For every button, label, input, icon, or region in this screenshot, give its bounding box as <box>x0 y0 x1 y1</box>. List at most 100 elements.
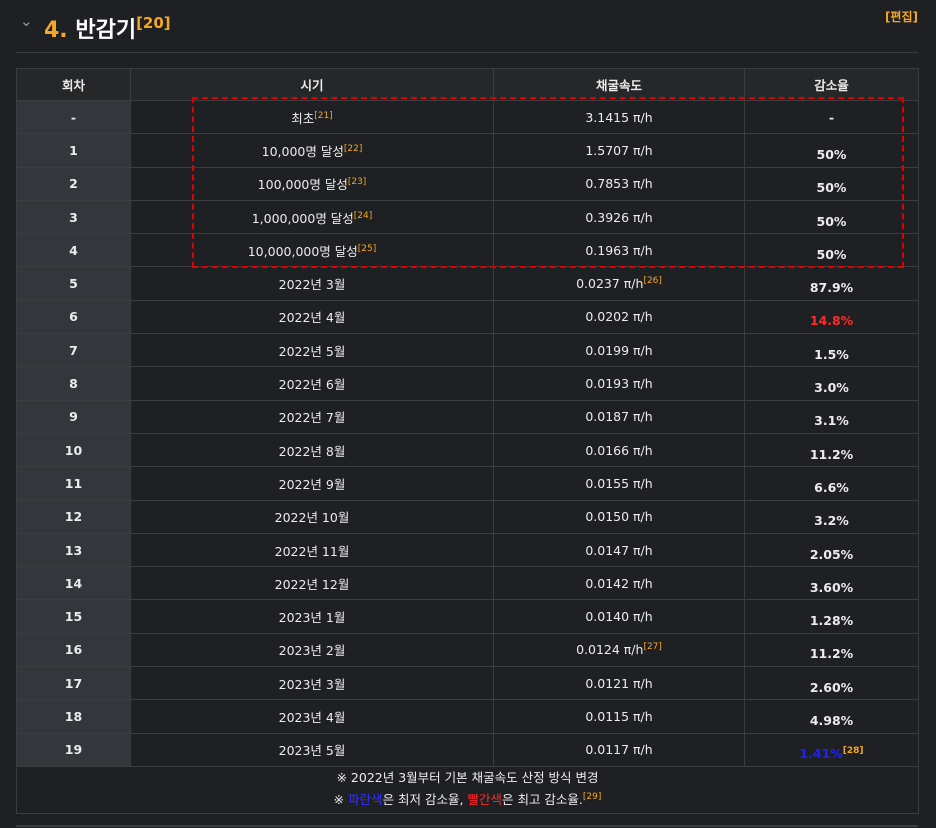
table-row: - 최초[21] 3.1415 π/h - <box>16 99 919 135</box>
decrease-rate-cell: 3.2% <box>744 499 919 534</box>
decrease-rate-cell: - <box>744 99 919 135</box>
mining-rate-ref-link[interactable]: [27] <box>643 642 661 652</box>
section-number: 4. <box>44 18 68 43</box>
mining-rate-cell: 3.1415 π/h <box>493 99 745 135</box>
round-cell: 13 <box>16 532 131 568</box>
mining-rate-value: 0.0237 π/h <box>576 276 644 292</box>
halving-table: 회차 시기 채굴속도 감소율 - 최초[21] 3.1415 π/h - 1 10,000… <box>16 68 919 814</box>
mining-rate-value: 0.7853 π/h <box>585 176 653 192</box>
period-ref-link[interactable]: [23] <box>348 177 366 187</box>
round-cell: 10 <box>16 432 131 468</box>
table-row: 14 2022년 12월 0.0142 π/h 3.60% <box>16 566 919 601</box>
mining-rate-ref-link[interactable]: [26] <box>643 276 661 286</box>
mining-rate-value: 0.0155 π/h <box>585 475 653 491</box>
round-value: 3 <box>69 209 78 225</box>
section-ref-link[interactable]: [20] <box>136 14 171 32</box>
round-cell: 17 <box>16 666 131 701</box>
round-cell: 15 <box>16 599 131 634</box>
period-value: 2022년 8월 <box>278 443 346 459</box>
period-value: 2022년 5월 <box>278 343 346 359</box>
footnote-prefix: ※ <box>333 791 349 807</box>
round-cell: 9 <box>16 399 131 434</box>
decrease-rate-cell: 4.98% <box>744 699 919 734</box>
decrease-rate-cell: 50% <box>744 166 919 201</box>
mining-rate-cell: 0.0166 π/h <box>493 432 745 468</box>
header-mining-rate: 채굴속도 <box>493 68 745 101</box>
table-row: 6 2022년 4월 0.0202 π/h 14.8% <box>16 299 919 335</box>
period-ref-link[interactable]: [25] <box>358 244 376 254</box>
decrease-rate-ref-link[interactable]: [28] <box>843 746 864 756</box>
table-row: 9 2022년 7월 0.0187 π/h 3.1% <box>16 399 919 434</box>
period-value: 2022년 3월 <box>278 277 346 293</box>
decrease-rate-value: 4.98% <box>809 712 854 728</box>
period-cell: 2022년 8월 <box>130 432 494 468</box>
mining-rate-value: 0.0187 π/h <box>585 409 653 425</box>
footnote-blue-word: 파란색 <box>348 791 383 807</box>
round-value: 10 <box>64 442 83 458</box>
decrease-rate-value: 50% <box>816 146 847 162</box>
decrease-rate-value: 50% <box>816 180 847 196</box>
mining-rate-cell: 0.0142 π/h <box>493 566 745 601</box>
period-value: 1,000,000명 달성 <box>251 210 354 226</box>
period-cell: 최초[21] <box>130 99 494 135</box>
round-value: 15 <box>64 609 83 625</box>
mining-rate-value: 0.0121 π/h <box>585 675 653 691</box>
period-cell: 1,000,000명 달성[24] <box>130 199 494 235</box>
table-row: 11 2022년 9월 0.0155 π/h 6.6% <box>16 466 919 501</box>
edit-link[interactable]: [편집] <box>885 8 918 25</box>
decrease-rate-value: 3.2% <box>814 513 849 529</box>
period-ref-link[interactable]: [22] <box>344 144 362 154</box>
decrease-rate-value: 14.8% <box>809 313 854 329</box>
decrease-rate-value: 50% <box>816 246 847 262</box>
footnote-suffix: 은 최고 감소율. <box>501 791 583 807</box>
period-cell: 2022년 7월 <box>130 399 494 434</box>
round-value: 9 <box>69 409 78 425</box>
decrease-rate-value: 6.6% <box>814 479 849 495</box>
period-value: 2023년 2월 <box>278 643 346 659</box>
table-row: 12 2022년 10월 0.0150 π/h 3.2% <box>16 499 919 534</box>
round-cell: 8 <box>16 366 131 401</box>
chevron-down-icon[interactable]: ⌄ <box>20 14 34 29</box>
round-value: 14 <box>64 575 83 591</box>
table-row: 2 100,000명 달성[23] 0.7853 π/h 50% <box>16 166 919 201</box>
table-header-row: 회차 시기 채굴속도 감소율 <box>16 68 919 101</box>
round-value: 2 <box>69 176 78 192</box>
period-cell: 2022년 6월 <box>130 366 494 401</box>
period-ref-link[interactable]: [21] <box>314 111 332 121</box>
mining-rate-cell: 0.0199 π/h <box>493 333 745 368</box>
mining-rate-cell: 0.0115 π/h <box>493 699 745 734</box>
table-row: 10 2022년 8월 0.0166 π/h 11.2% <box>16 432 919 468</box>
round-cell: 1 <box>16 133 131 168</box>
mining-rate-cell: 0.0155 π/h <box>493 466 745 501</box>
period-cell: 2023년 4월 <box>130 699 494 734</box>
mining-rate-cell: 0.0124 π/h[27] <box>493 632 745 668</box>
round-value: 19 <box>64 742 83 758</box>
mining-rate-cell: 0.0117 π/h <box>493 732 745 767</box>
table-row: 18 2023년 4월 0.0115 π/h 4.98% <box>16 699 919 734</box>
period-value: 2022년 4월 <box>278 310 346 326</box>
mining-rate-cell: 0.0121 π/h <box>493 666 745 701</box>
mining-rate-value: 0.0202 π/h <box>585 309 653 325</box>
round-value: 17 <box>64 675 83 691</box>
decrease-rate-value: 50% <box>816 213 847 229</box>
period-cell: 2023년 3월 <box>130 666 494 701</box>
period-value: 2022년 12월 <box>274 576 350 592</box>
footnote-red-word: 빨간색 <box>467 791 502 807</box>
period-cell: 2022년 4월 <box>130 299 494 335</box>
period-value: 2022년 11월 <box>274 543 350 559</box>
mining-rate-cell: 0.7853 π/h <box>493 166 745 201</box>
footnote-ref-link[interactable]: [29] <box>583 792 601 802</box>
period-ref-link[interactable]: [24] <box>354 211 372 221</box>
table-row: 7 2022년 5월 0.0199 π/h 1.5% <box>16 333 919 368</box>
mining-rate-cell: 0.0150 π/h <box>493 499 745 534</box>
decrease-rate-value: - <box>828 109 835 125</box>
mining-rate-cell: 1.5707 π/h <box>493 133 745 168</box>
footnote-line-2: ※ 파란색은 최저 감소율, 빨간색은 최고 감소율.[29] <box>17 789 918 813</box>
mining-rate-value: 0.0147 π/h <box>585 542 653 558</box>
decrease-rate-value: 2.60% <box>809 679 854 695</box>
decrease-rate-cell: 3.1% <box>744 399 919 434</box>
table-row: 17 2023년 3월 0.0121 π/h 2.60% <box>16 666 919 701</box>
round-cell: 6 <box>16 299 131 335</box>
decrease-rate-value: 11.2% <box>809 646 854 662</box>
period-cell: 2022년 12월 <box>130 566 494 601</box>
